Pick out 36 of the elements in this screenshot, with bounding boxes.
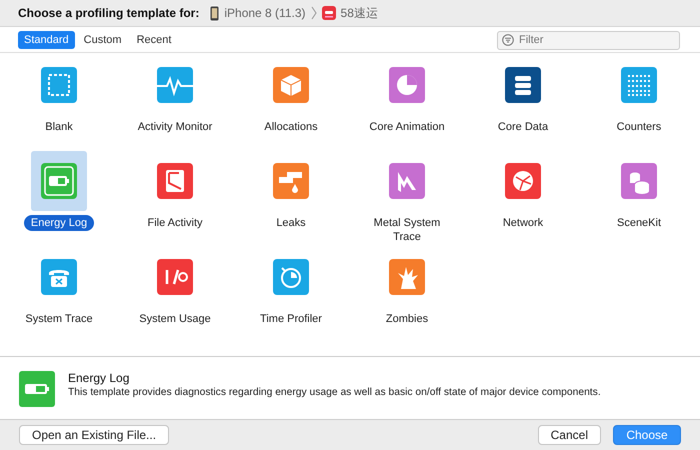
app-icon: [322, 6, 336, 20]
template-label[interactable]: Zombies: [357, 311, 457, 327]
template-icon[interactable]: [505, 163, 541, 199]
filter-field[interactable]: Filter: [497, 30, 680, 50]
template-label[interactable]: System Usage: [125, 311, 225, 327]
template-label[interactable]: Core Data: [473, 119, 573, 135]
battery-icon: [19, 371, 55, 407]
selection-highlight[interactable]: [31, 151, 87, 211]
template-label[interactable]: Energy Log: [24, 215, 94, 231]
template-label[interactable]: Activity Monitor: [125, 119, 225, 135]
template-icon[interactable]: [505, 67, 541, 103]
template-label[interactable]: Leaks: [241, 215, 341, 231]
window-title: Choose a profiling template for:: [18, 6, 200, 20]
template-label[interactable]: Time Profiler: [241, 311, 341, 327]
template-label[interactable]: Network: [473, 215, 573, 231]
tab[interactable]: Standard: [18, 30, 75, 48]
template-title: Energy Log: [68, 371, 130, 385]
device-name[interactable]: iPhone 8 (11.3): [224, 6, 306, 20]
tab[interactable]: Custom: [78, 30, 128, 48]
template-label[interactable]: Allocations: [241, 119, 341, 135]
template-label[interactable]: Blank: [9, 119, 109, 135]
template-label[interactable]: SceneKit: [589, 215, 689, 231]
template-label[interactable]: File Activity: [125, 215, 225, 231]
template-description: This template provides diagnostics regarding energy usage as well as basic on/off state of major device components.: [68, 387, 601, 398]
template-label[interactable]: Metal System Trace: [357, 215, 457, 245]
phone-icon: [210, 6, 220, 20]
app-name[interactable]: 58速运: [340, 4, 378, 22]
open-file-button[interactable]: Open an Existing File...: [19, 425, 170, 445]
cancel-button[interactable]: Cancel: [538, 425, 601, 445]
chevron-icon: [310, 6, 317, 20]
template-label[interactable]: System Trace: [9, 311, 109, 327]
template-label[interactable]: Core Animation: [357, 119, 457, 135]
template-label[interactable]: Counters: [589, 119, 689, 135]
template-icon[interactable]: [157, 259, 193, 295]
template-icon[interactable]: [157, 163, 193, 199]
tab[interactable]: Recent: [130, 30, 178, 48]
